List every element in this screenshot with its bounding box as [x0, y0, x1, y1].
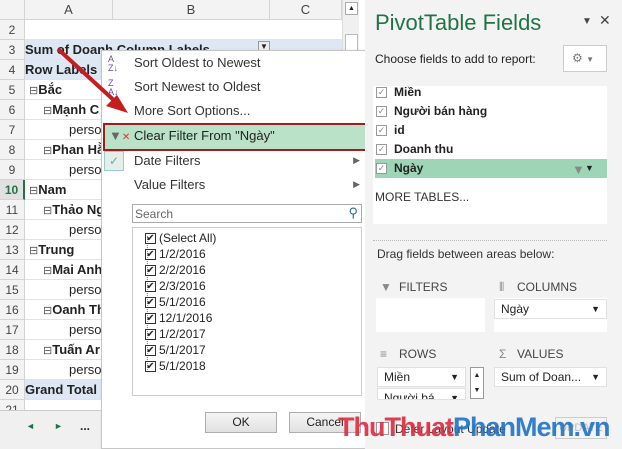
drag-fields-label: Drag fields between areas below:: [377, 247, 555, 261]
field-item[interactable]: ✓ Miền: [375, 83, 607, 102]
values-item-label: Sum of Doan...: [501, 370, 582, 384]
field-checkbox[interactable]: ✓: [376, 106, 387, 118]
field-label: Miền: [394, 85, 422, 99]
field-item[interactable]: ✓ id: [375, 121, 607, 140]
dropdown-icon: ▼: [450, 393, 459, 400]
choose-fields-label: Choose fields to add to report:: [375, 52, 536, 66]
filters-area[interactable]: [376, 298, 485, 332]
field-item[interactable]: ✓ Người bán hàng: [375, 102, 607, 121]
divider: [373, 240, 607, 241]
rows-item-label: Người bá: [384, 391, 435, 400]
rows-label: ROWS: [399, 347, 437, 361]
pivottable-fields-pane: PivotTable Fields ▼ ✕ Choose fields to a…: [365, 0, 622, 449]
values-label: VALUES: [517, 347, 564, 361]
field-label: Ngày: [394, 161, 424, 175]
watermark-logo: ThuThuatPhanMem.vn: [338, 412, 611, 443]
field-checkbox[interactable]: ✓: [376, 87, 387, 99]
rows-item-label: Miền: [384, 370, 411, 384]
rows-item-mien[interactable]: Miền ▼: [377, 367, 466, 387]
filters-label: FILTERS: [399, 280, 448, 294]
sigma-icon: Σ: [499, 347, 507, 361]
field-item[interactable]: ✓ Doanh thu: [375, 140, 607, 159]
watermark-part2: PhanMem.vn: [452, 412, 611, 442]
filter-icon: ▼: [572, 162, 585, 177]
columns-label: COLUMNS: [517, 280, 578, 294]
field-checkbox[interactable]: ✓: [376, 144, 387, 156]
field-checkbox[interactable]: ✓: [376, 163, 387, 175]
gear-icon[interactable]: ⚙ ▼: [563, 45, 607, 72]
dropdown-icon: ▼: [450, 372, 459, 382]
field-label: Doanh thu: [394, 142, 454, 156]
watermark-part1: ThuThuat: [338, 412, 454, 442]
rows-item-nguoi-ban[interactable]: Người bá ▼: [377, 388, 466, 400]
columns-item-label: Ngày: [501, 302, 530, 316]
field-label: id: [394, 123, 405, 137]
columns-icon: ⦀: [499, 280, 505, 294]
field-label: Người bán hàng: [394, 104, 488, 118]
rows-icon: ≡: [380, 347, 388, 361]
values-item-sum[interactable]: Sum of Doan... ▼: [494, 367, 607, 387]
more-tables-link[interactable]: MORE TABLES...: [375, 190, 469, 204]
dropdown-icon: ▼: [591, 304, 600, 314]
columns-area: Ngày ▼: [494, 298, 607, 332]
pane-title: PivotTable Fields: [375, 10, 542, 35]
pane-options-icon[interactable]: ▼: [582, 16, 592, 27]
dropdown-icon: ▼: [591, 372, 600, 382]
columns-item-ngay[interactable]: Ngày ▼: [494, 299, 607, 319]
close-icon[interactable]: ✕: [599, 12, 611, 29]
filters-icon: ▼: [380, 280, 392, 294]
field-checkbox[interactable]: ✓: [376, 125, 387, 137]
rows-scroll[interactable]: ▲ ▼: [470, 367, 484, 399]
field-dropdown-icon[interactable]: ▼: [585, 163, 594, 173]
